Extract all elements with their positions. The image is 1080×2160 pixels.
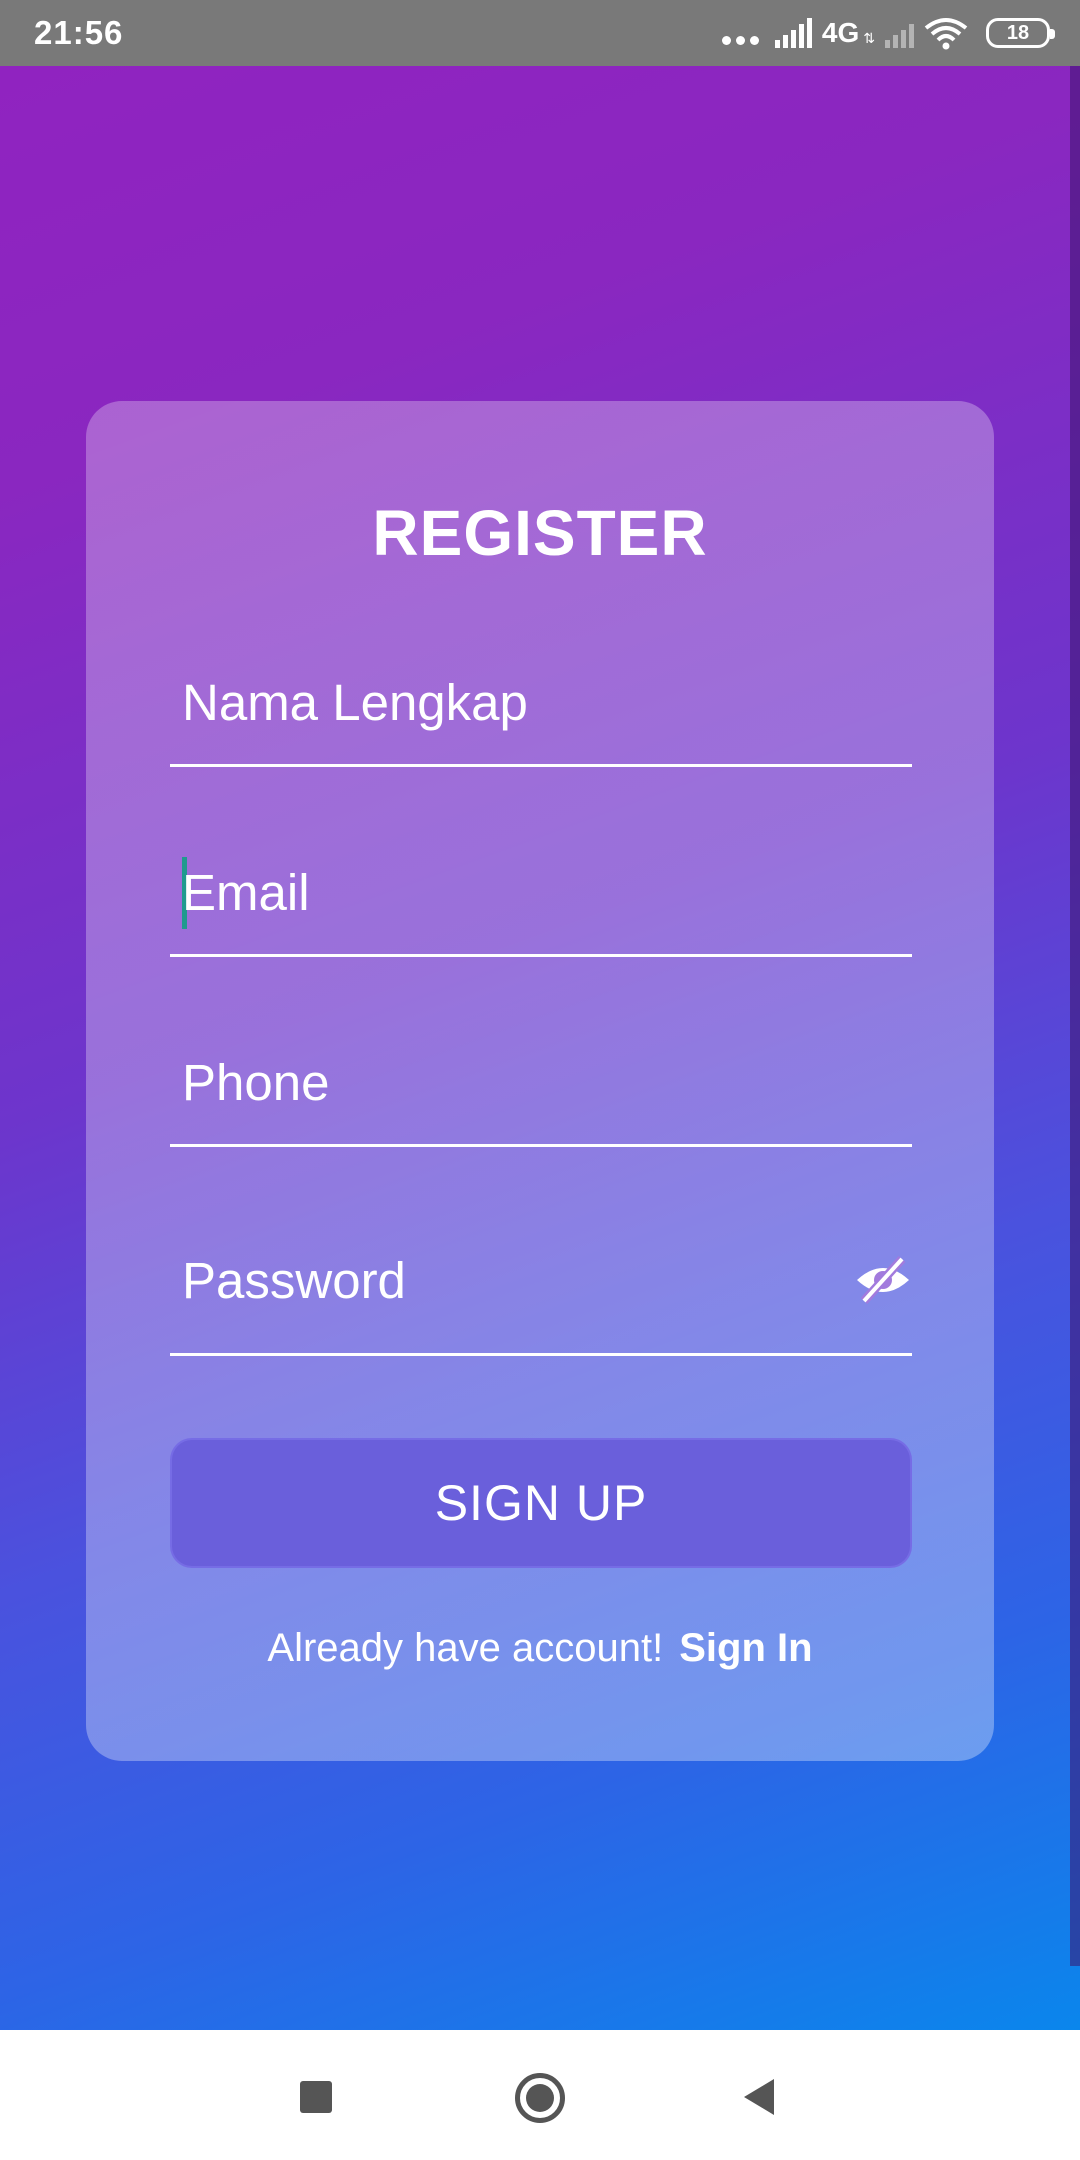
navigation-bar [0,2030,1080,2160]
phone-placeholder: Phone [182,1054,330,1111]
network-type: 4G [821,17,860,48]
no-signal-icon [885,18,914,48]
scroll-indicator [1070,66,1080,1966]
home-icon[interactable] [515,2073,565,2123]
back-icon[interactable] [744,2079,774,2115]
phone-field[interactable]: Phone [170,1021,912,1147]
battery-icon: 18 [986,18,1055,48]
signin-link[interactable]: Sign In [679,1626,812,1670]
phone-underline [170,1144,912,1147]
status-time: 21:56 [34,14,124,51]
battery-level: 18 [1006,21,1030,44]
name-underline [170,764,912,767]
name-field[interactable]: Nama Lengkap [170,641,912,767]
password-field[interactable]: Password [170,1201,912,1356]
password-underline [170,1353,912,1356]
data-arrows-icon: ⇅ [863,29,875,46]
signup-button[interactable]: SIGN UP [170,1438,912,1568]
name-placeholder: Nama Lengkap [182,674,528,731]
notification-dots-icon [721,22,759,45]
password-placeholder: Password [182,1252,406,1309]
email-placeholder: Email [182,864,310,921]
eye-off-icon[interactable] [854,1253,912,1307]
wifi-icon [924,18,968,50]
page-title: REGISTER [372,497,708,569]
status-icons: 4G ⇅ 18 [721,12,1055,54]
signin-prompt-text: Already have account! [267,1626,664,1670]
signin-prompt: Already have account! Sign In [86,1626,994,1671]
status-bar: 21:56 4G ⇅ 18 [0,0,1080,66]
register-card: REGISTER Nama Lengkap Email Phone Passwo… [86,401,994,1761]
email-underline [170,954,912,957]
recent-apps-icon[interactable] [300,2081,332,2113]
signal-icon [774,18,812,48]
email-field[interactable]: Email [170,831,912,957]
